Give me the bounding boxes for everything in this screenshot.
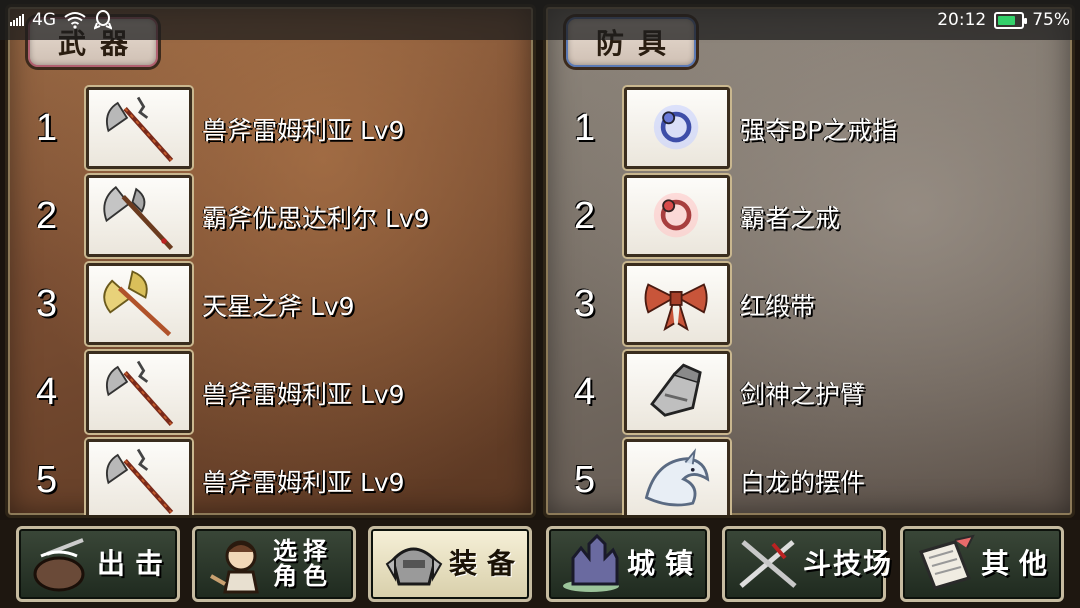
town-button[interactable]: 城镇 (546, 526, 710, 602)
character-icon (203, 534, 273, 594)
gauntlet-icon (624, 351, 730, 433)
battery-percent: 75% (1032, 10, 1070, 30)
item-number: 4 (574, 371, 596, 413)
armor-item[interactable]: 5 白龙的摆件 (546, 439, 1072, 515)
arena-label: 斗技场 (803, 547, 894, 581)
item-name: 剑神之护臂 (740, 380, 866, 409)
weapon-item[interactable]: 4 兽斧雷姆利亚 Lv9 (8, 351, 533, 435)
item-number: 5 (36, 459, 58, 501)
pot-icon (27, 534, 97, 594)
equipment-label: 装备 (449, 547, 526, 581)
weapon-item[interactable]: 3 天星之斧 Lv9 (8, 263, 533, 347)
weapon-item[interactable]: 1 兽斧雷姆利亚 Lv9 (8, 87, 533, 171)
sortie-label: 出击 (97, 547, 174, 581)
bottom-nav: 出击 选择 角色 装备 城镇 斗技场 其他 (0, 520, 1080, 608)
item-number: 5 (574, 459, 596, 501)
clock: 20:12 (937, 10, 987, 30)
armor-item[interactable]: 2 霸者之戒 (546, 175, 1072, 259)
item-name: 白龙的摆件 (740, 468, 866, 497)
item-name: 强夺BP之戒指 (740, 116, 898, 145)
battery-icon (994, 11, 1028, 29)
axe-icon (86, 351, 192, 433)
qq-icon (94, 10, 112, 30)
weapon-item[interactable]: 2 霸斧优思达利尔 Lv9 (8, 175, 533, 259)
blue-ring-icon (624, 87, 730, 169)
town-label: 城镇 (627, 547, 704, 581)
item-name: 霸者之戒 (740, 204, 841, 233)
weapon-panel: 武器 1 兽斧雷姆利亚 Lv9 2 霸斧优思达利尔 Lv9 3 天星之斧 Lv9… (5, 4, 536, 518)
select-character-button[interactable]: 选择 角色 (192, 526, 356, 602)
equipment-button[interactable]: 装备 (368, 526, 532, 602)
item-name: 兽斧雷姆利亚 Lv9 (202, 116, 405, 145)
armor-icon (379, 534, 449, 594)
item-number: 3 (36, 283, 58, 325)
armor-item[interactable]: 1 强夺BP之戒指 (546, 87, 1072, 171)
other-label: 其他 (981, 547, 1058, 581)
item-number: 3 (574, 283, 596, 325)
armor-item[interactable]: 3 红缎带 (546, 263, 1072, 347)
item-name: 兽斧雷姆利亚 Lv9 (202, 468, 405, 497)
item-number: 1 (36, 107, 58, 149)
red-ring-icon (624, 175, 730, 257)
wifi-icon (64, 12, 86, 29)
select-character-label: 选择 角色 (273, 536, 333, 590)
network-type: 4G (32, 10, 56, 30)
crossed-swords-icon (733, 534, 803, 594)
armor-item[interactable]: 4 剑神之护臂 (546, 351, 1072, 435)
weapon-item[interactable]: 5 兽斧雷姆利亚 Lv9 (8, 439, 533, 515)
castle-icon (557, 533, 627, 594)
item-number: 1 (574, 107, 596, 149)
golden-axe-icon (86, 263, 192, 345)
other-button[interactable]: 其他 (900, 526, 1064, 602)
item-name: 霸斧优思达利尔 Lv9 (202, 204, 430, 233)
axe-icon (86, 439, 192, 515)
white-dragon-icon (624, 439, 730, 515)
armor-panel: 防具 1 强夺BP之戒指 2 霸者之戒 3 红缎带 4 剑神之护臂 5 白龙的摆… (543, 4, 1075, 518)
signal-icon (10, 14, 24, 26)
sortie-button[interactable]: 出击 (16, 526, 180, 602)
item-name: 兽斧雷姆利亚 Lv9 (202, 380, 405, 409)
status-bar: 4G 20:12 75% (0, 0, 1080, 40)
item-number: 2 (36, 195, 58, 237)
red-ribbon-icon (624, 263, 730, 345)
axe-icon (86, 87, 192, 169)
item-number: 4 (36, 371, 58, 413)
arena-button[interactable]: 斗技场 (722, 526, 891, 602)
item-number: 2 (574, 195, 596, 237)
item-name: 红缎带 (740, 292, 816, 321)
scroll-icon (911, 534, 981, 594)
axe-icon (86, 175, 192, 257)
item-name: 天星之斧 Lv9 (202, 292, 355, 321)
